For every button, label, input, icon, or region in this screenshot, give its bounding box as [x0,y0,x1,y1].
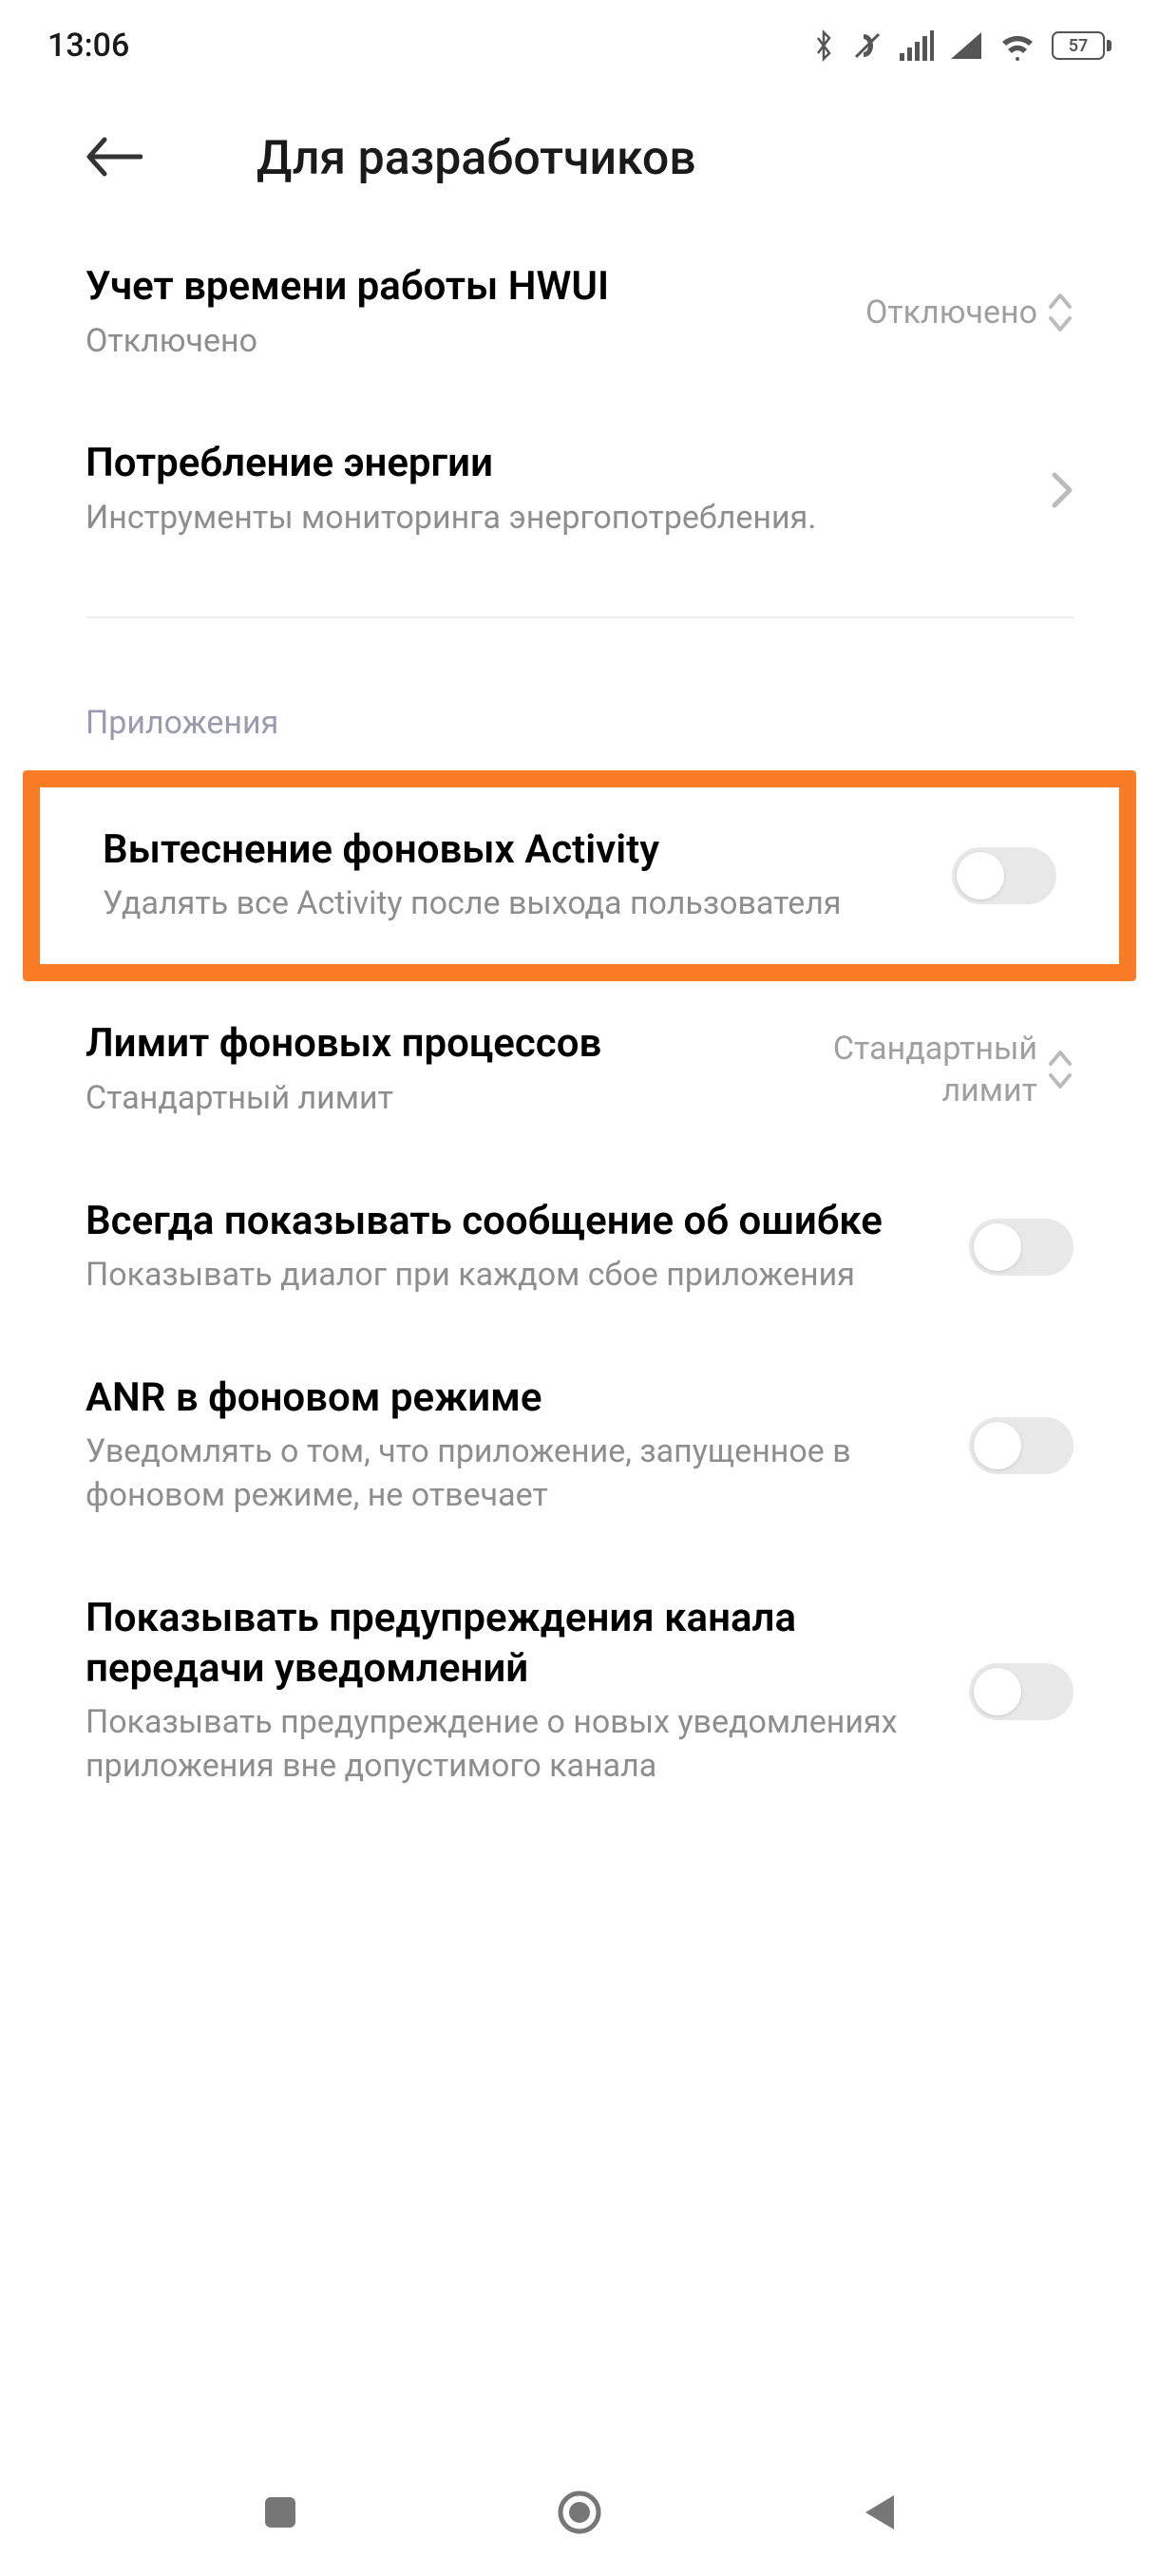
toggle-background-anr[interactable] [969,1417,1074,1474]
page-header: Для разработчиков [0,74,1159,224]
system-nav-bar [0,2453,1159,2576]
circle-icon [557,2490,602,2535]
toggle-notification-channel-warnings[interactable] [969,1663,1074,1720]
chevron-right-icon [1051,471,1074,509]
nav-back-button[interactable] [860,2491,898,2537]
updown-selector-icon [1047,290,1074,335]
row-subtitle: Уведомлять о том, что приложение, запуще… [86,1430,940,1518]
row-subtitle: Инструменты мониторинга энергопотреблени… [86,497,1022,540]
section-divider [86,616,1074,618]
nav-recents-button[interactable] [261,2493,299,2535]
cellular-signal-icon [949,30,983,61]
page-title: Для разработчиков [256,131,696,186]
row-show-crash-dialog[interactable]: Всегда показывать сообщение об ошибке По… [0,1159,1159,1335]
row-title: Потребление энергии [86,439,1022,489]
bluetooth-icon [812,28,835,63]
triangle-back-icon [860,2491,898,2533]
row-title: Учет времени работы HWUI [86,262,837,313]
row-background-anr[interactable]: ANR в фоновом режиме Уведомлять о том, ч… [0,1335,1159,1556]
wifi-icon [998,30,1036,61]
highlight-annotation: Вытеснение фоновых Activity Удалять все … [23,770,1136,981]
row-notification-channel-warnings[interactable]: Показывать предупреждения канала передач… [0,1556,1159,1827]
status-bar: 13:06 57 [0,0,1159,74]
battery-level: 57 [1069,36,1089,56]
row-title: ANR в фоновом режиме [86,1373,940,1424]
row-background-process-limit[interactable]: Лимит фоновых процессов Стандартный лими… [0,981,1159,1158]
row-value: Стандартный лимит [752,1028,1037,1111]
updown-selector-icon [1047,1047,1074,1092]
row-title: Вытеснение фоновых Activity [103,825,923,876]
row-subtitle: Удалять все Activity после выхода пользо… [103,882,923,926]
row-subtitle: Показывать предупреждение о новых уведом… [86,1701,940,1789]
toggle-dont-keep-activities[interactable] [952,847,1056,904]
status-time: 13:06 [48,27,129,65]
row-energy-consumption[interactable]: Потребление энергии Инструменты монитори… [0,401,1159,578]
section-label-apps: Приложения [0,656,1159,770]
square-icon [261,2493,299,2531]
row-dont-keep-activities[interactable]: Вытеснение фоновых Activity Удалять все … [40,787,1119,964]
row-title: Лимит фоновых процессов [86,1019,724,1070]
row-title: Всегда показывать сообщение об ошибке [86,1197,940,1247]
row-subtitle: Показывать диалог при каждом сбое прилож… [86,1254,940,1297]
vibrate-icon [850,28,884,63]
battery-icon: 57 [1052,31,1112,60]
row-hwui-rendering[interactable]: Учет времени работы HWUI Отключено Отклю… [0,224,1159,401]
row-value: Отключено [865,292,1037,333]
signal-dots-icon [900,30,934,61]
nav-home-button[interactable] [557,2490,602,2539]
toggle-show-crash-dialog[interactable] [969,1219,1074,1276]
row-subtitle: Отключено [86,320,837,364]
back-button[interactable] [86,136,142,181]
row-title: Показывать предупреждения канала передач… [86,1594,940,1694]
status-icons: 57 [812,28,1112,63]
back-arrow-icon [86,136,142,178]
row-subtitle: Стандартный лимит [86,1077,724,1121]
